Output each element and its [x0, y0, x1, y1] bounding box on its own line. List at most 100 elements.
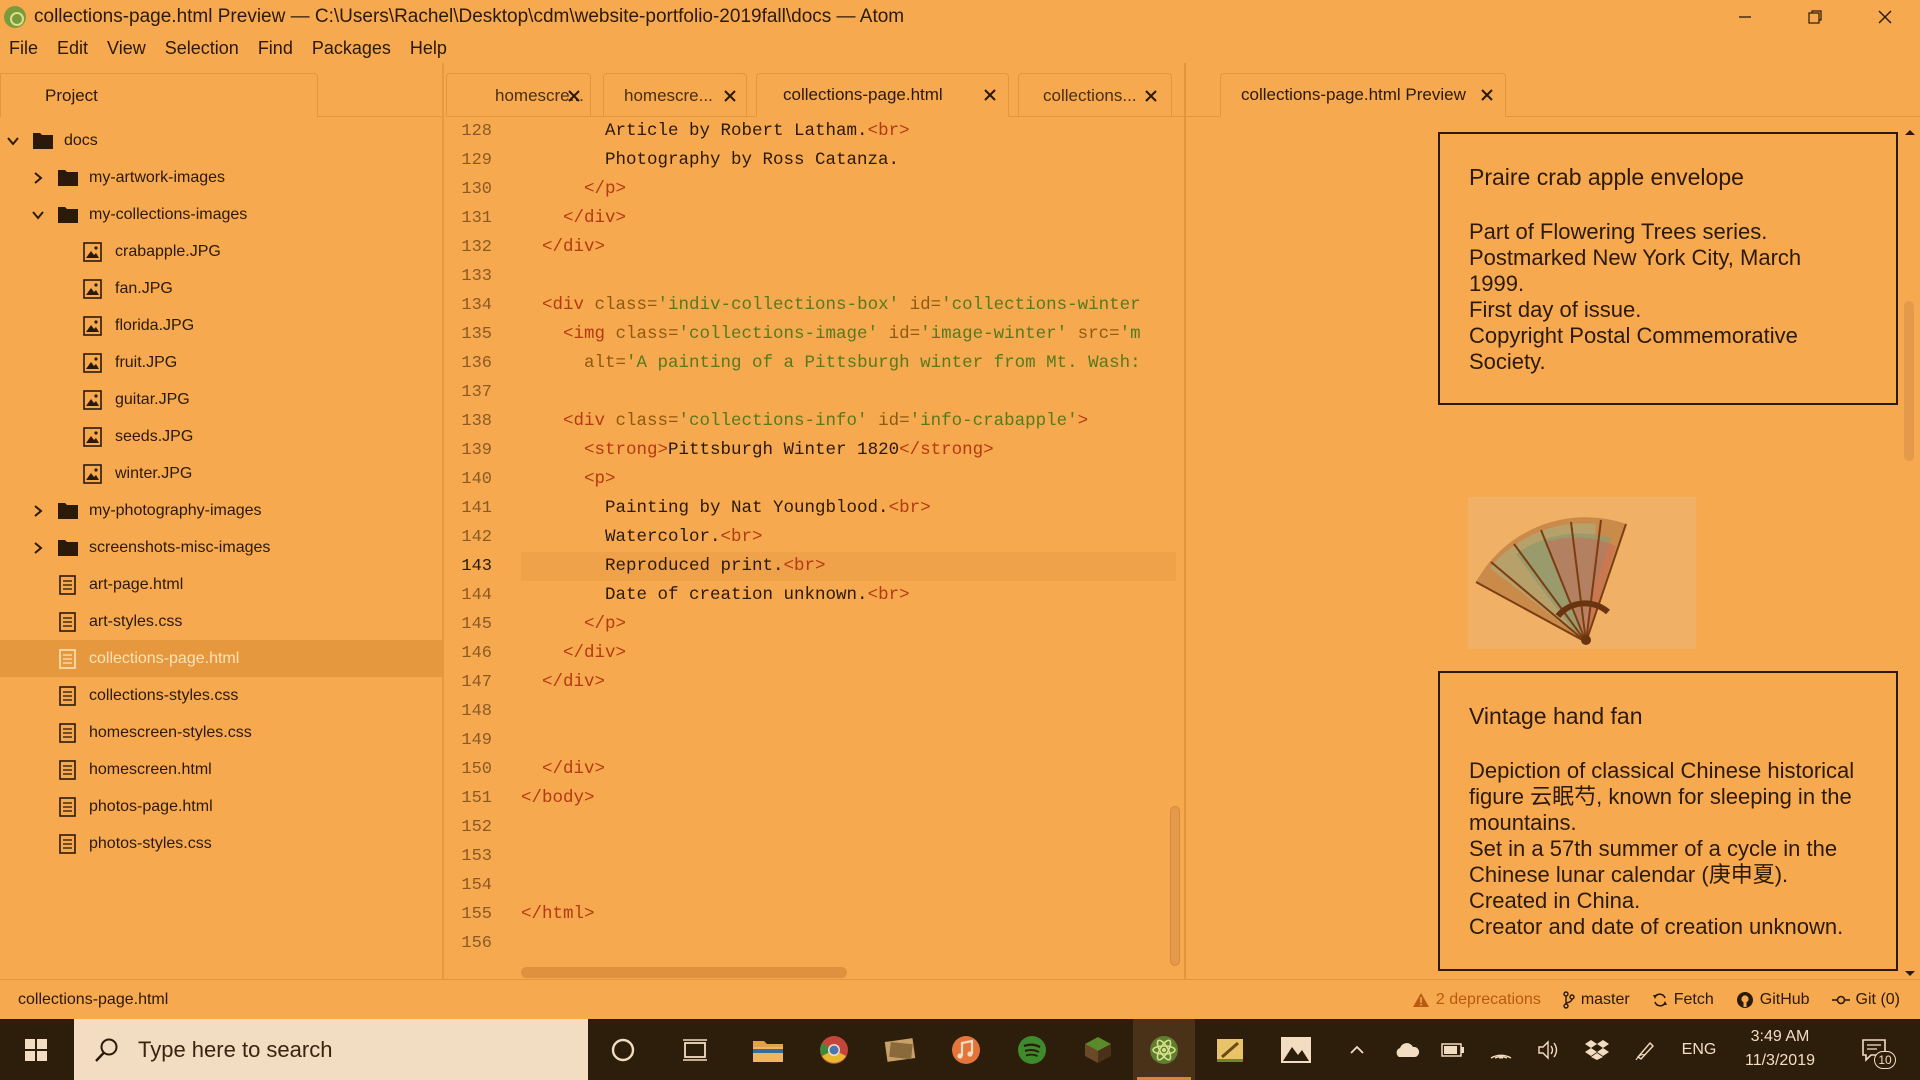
menu-packages[interactable]: Packages	[312, 38, 391, 59]
code-line[interactable]: </body>	[521, 784, 1176, 813]
tree-item-art-page-html[interactable]: art-page.html	[0, 566, 444, 603]
battery-tray[interactable]	[1436, 1019, 1470, 1080]
code-line[interactable]	[521, 262, 1176, 291]
tab-collections-styles[interactable]: collections...	[1018, 73, 1172, 117]
taskbar-search[interactable]: Type here to search	[74, 1019, 588, 1080]
onedrive-tray[interactable]	[1390, 1019, 1424, 1080]
code-line[interactable]: <div class='collections-info' id='info-c…	[521, 407, 1176, 436]
code-line[interactable]: Article by Robert Latham.<br>	[521, 117, 1176, 146]
tree-item-homescreen-html[interactable]: homescreen.html	[0, 751, 444, 788]
tree-item-florida-jpg[interactable]: florida.JPG	[0, 307, 444, 344]
code-line[interactable]	[521, 697, 1176, 726]
tree-item-seeds-jpg[interactable]: seeds.JPG	[0, 418, 444, 455]
menu-help[interactable]: Help	[410, 38, 447, 59]
deprecations-indicator[interactable]: 2 deprecations	[1412, 991, 1541, 1009]
chevron-down-icon[interactable]	[6, 134, 20, 148]
code-line[interactable]	[521, 813, 1176, 842]
tree-item-collections-styles-css[interactable]: collections-styles.css	[0, 677, 444, 714]
preview-scrollbar[interactable]	[1900, 127, 1920, 979]
cortana-button[interactable]	[592, 1019, 654, 1080]
code-line[interactable]: <strong>Pittsburgh Winter 1820</strong>	[521, 436, 1176, 465]
menu-file[interactable]: File	[9, 38, 38, 59]
chevron-right-icon[interactable]	[31, 504, 45, 518]
menu-find[interactable]: Find	[258, 38, 293, 59]
close-icon[interactable]	[566, 88, 582, 104]
restore-button[interactable]	[1780, 0, 1850, 34]
project-tab[interactable]: Project	[0, 73, 318, 117]
code-line[interactable]: Date of creation unknown.<br>	[521, 581, 1176, 610]
spotify-taskbar[interactable]	[1001, 1019, 1063, 1080]
tree-item-my-artwork-images[interactable]: my-artwork-images	[0, 159, 444, 196]
wifi-tray[interactable]	[1484, 1019, 1518, 1080]
code-line[interactable]	[521, 842, 1176, 871]
pen-tray[interactable]	[1628, 1019, 1662, 1080]
code-line[interactable]: <img class='collections-image' id='image…	[521, 320, 1176, 349]
tree-item-crabapple-jpg[interactable]: crabapple.JPG	[0, 233, 444, 270]
code-line[interactable]	[521, 929, 1176, 958]
action-center-button[interactable]: 10	[1846, 1019, 1902, 1080]
code-line[interactable]: alt='A painting of a Pittsburgh winter f…	[521, 349, 1176, 378]
close-icon[interactable]	[982, 87, 998, 103]
chevron-right-icon[interactable]	[31, 171, 45, 185]
tree-item-photos-styles-css[interactable]: photos-styles.css	[0, 825, 444, 862]
code-line[interactable]: </div>	[521, 668, 1176, 697]
tree-item-art-styles-css[interactable]: art-styles.css	[0, 603, 444, 640]
preview-scroll-thumb[interactable]	[1904, 301, 1914, 461]
code-line[interactable]: </p>	[521, 610, 1176, 639]
tree-item-my-photography-images[interactable]: my-photography-images	[0, 492, 444, 529]
code-line[interactable]	[521, 871, 1176, 900]
code-line[interactable]: <p>	[521, 465, 1176, 494]
tree-item-collections-page-html[interactable]: collections-page.html	[0, 640, 444, 677]
start-button[interactable]	[0, 1019, 72, 1080]
code-line[interactable]: Reproduced print.<br>	[521, 552, 1176, 581]
scroll-up-icon[interactable]	[1900, 127, 1920, 137]
tree-item-my-collections-images[interactable]: my-collections-images	[0, 196, 444, 233]
tab-homescreen-1[interactable]: homescre...	[446, 73, 591, 117]
status-file-path[interactable]: collections-page.html	[18, 991, 168, 1009]
tree-item-guitar-jpg[interactable]: guitar.JPG	[0, 381, 444, 418]
git-button[interactable]: Git (0)	[1831, 991, 1900, 1009]
editor-vertical-scrollbar[interactable]	[1170, 806, 1180, 966]
tab-preview[interactable]: collections-page.html Preview	[1220, 73, 1506, 117]
tab-homescreen-2[interactable]: homescre...	[603, 73, 747, 117]
scroll-down-icon[interactable]	[1900, 969, 1920, 979]
menu-selection[interactable]: Selection	[165, 38, 239, 59]
close-icon[interactable]	[1143, 88, 1159, 104]
tree-item-photos-page-html[interactable]: photos-page.html	[0, 788, 444, 825]
close-icon[interactable]	[722, 88, 738, 104]
code-line[interactable]	[521, 726, 1176, 755]
editor-horizontal-scrollbar[interactable]	[521, 967, 847, 978]
code-line[interactable]: </div>	[521, 233, 1176, 262]
photos-taskbar[interactable]	[1265, 1019, 1327, 1080]
minecraft-taskbar[interactable]	[1067, 1019, 1129, 1080]
tree-item-winter-jpg[interactable]: winter.JPG	[0, 455, 444, 492]
minimize-button[interactable]	[1710, 0, 1780, 34]
tab-collections-page[interactable]: collections-page.html	[756, 73, 1009, 117]
chevron-right-icon[interactable]	[31, 541, 45, 555]
taskbar-clock[interactable]: 3:49 AM 11/3/2019	[1740, 1025, 1820, 1073]
chevron-down-icon[interactable]	[31, 208, 45, 222]
code-line[interactable]	[521, 378, 1176, 407]
chrome-taskbar[interactable]	[803, 1019, 865, 1080]
volume-tray[interactable]	[1532, 1019, 1566, 1080]
menu-edit[interactable]: Edit	[57, 38, 88, 59]
itunes-taskbar[interactable]	[935, 1019, 997, 1080]
tree-item-fruit-jpg[interactable]: fruit.JPG	[0, 344, 444, 381]
tree-item-fan-jpg[interactable]: fan.JPG	[0, 270, 444, 307]
tree-item-screenshots-misc-images[interactable]: screenshots-misc-images	[0, 529, 444, 566]
github-button[interactable]: GitHub	[1736, 991, 1810, 1009]
code-line[interactable]: Painting by Nat Youngblood.<br>	[521, 494, 1176, 523]
code-line[interactable]: </p>	[521, 175, 1176, 204]
code-line[interactable]: Watercolor.<br>	[521, 523, 1176, 552]
tree-item-homescreen-styles-css[interactable]: homescreen-styles.css	[0, 714, 444, 751]
dropbox-tray[interactable]	[1580, 1019, 1614, 1080]
show-hidden-icons-button[interactable]	[1342, 1019, 1372, 1080]
fetch-button[interactable]: Fetch	[1652, 991, 1714, 1009]
code-line[interactable]: </div>	[521, 639, 1176, 668]
branch-indicator[interactable]: master	[1563, 991, 1630, 1009]
code-line[interactable]: <div class='indiv-collections-box' id='c…	[521, 291, 1176, 320]
code-line[interactable]: </html>	[521, 900, 1176, 929]
close-window-button[interactable]	[1850, 0, 1920, 34]
code-line[interactable]: Photography by Ross Catanza.	[521, 146, 1176, 175]
language-indicator[interactable]: ENG	[1676, 1019, 1722, 1080]
